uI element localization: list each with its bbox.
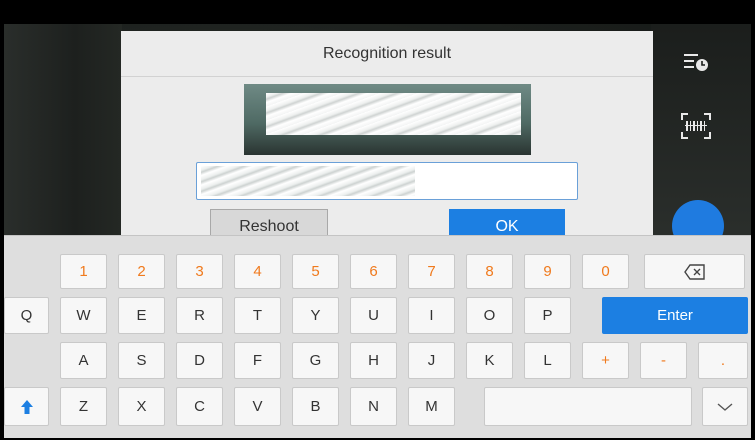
key-x[interactable]: X [118, 387, 165, 426]
key-q[interactable]: Q [4, 297, 49, 334]
key-d[interactable]: D [176, 342, 223, 379]
key-1[interactable]: 1 [60, 254, 107, 289]
key-8[interactable]: 8 [466, 254, 513, 289]
key-w[interactable]: W [60, 297, 107, 334]
key-r[interactable]: R [176, 297, 223, 334]
result-text-field[interactable] [197, 163, 581, 201]
key-u[interactable]: U [350, 297, 397, 334]
backspace-icon [683, 263, 705, 280]
key-6[interactable]: 6 [350, 254, 397, 289]
recognized-text-image [266, 93, 521, 135]
key-b[interactable]: B [292, 387, 339, 426]
key-n[interactable]: N [350, 387, 397, 426]
enter-key[interactable]: Enter [602, 297, 748, 334]
key-c[interactable]: C [176, 387, 223, 426]
key-m[interactable]: M [408, 387, 455, 426]
key-e[interactable]: E [118, 297, 165, 334]
hide-keyboard-key[interactable] [702, 387, 748, 426]
key-2[interactable]: 2 [118, 254, 165, 289]
recognition-result-input[interactable] [196, 162, 581, 201]
key-z[interactable]: Z [60, 387, 107, 426]
camera-background-left [4, 24, 122, 244]
key-h[interactable]: H [350, 342, 397, 379]
key-l[interactable]: L [524, 342, 571, 379]
key-4[interactable]: 4 [234, 254, 281, 289]
shift-arrow-icon [20, 399, 33, 414]
key-7[interactable]: 7 [408, 254, 455, 289]
key-k[interactable]: K [466, 342, 513, 379]
key-plus[interactable]: + [582, 342, 629, 379]
key-a[interactable]: A [60, 342, 107, 379]
history-clock-icon[interactable] [676, 42, 716, 82]
backspace-key[interactable] [644, 254, 745, 289]
on-screen-keyboard: 1 2 3 4 5 6 7 8 9 0 Q W E R T Y U I O P … [4, 235, 751, 438]
key-i[interactable]: I [408, 297, 455, 334]
key-f[interactable]: F [234, 342, 281, 379]
key-v[interactable]: V [234, 387, 281, 426]
captured-image-preview [244, 84, 531, 155]
key-0[interactable]: 0 [582, 254, 629, 289]
key-j[interactable]: J [408, 342, 455, 379]
key-t[interactable]: T [234, 297, 281, 334]
chevron-down-icon [717, 402, 733, 411]
screen: Recognition result Reshoot OK 1 2 3 4 5 … [4, 4, 751, 438]
key-minus[interactable]: - [640, 342, 687, 379]
recognition-dialog: Recognition result Reshoot OK [121, 31, 653, 244]
key-s[interactable]: S [118, 342, 165, 379]
key-3[interactable]: 3 [176, 254, 223, 289]
barcode-scan-icon[interactable] [676, 106, 716, 146]
key-5[interactable]: 5 [292, 254, 339, 289]
key-period[interactable]: . [698, 342, 748, 379]
dialog-title: Recognition result [121, 31, 653, 77]
key-y[interactable]: Y [292, 297, 339, 334]
key-o[interactable]: O [466, 297, 513, 334]
space-key[interactable] [484, 387, 692, 426]
key-9[interactable]: 9 [524, 254, 571, 289]
shift-key[interactable] [4, 387, 49, 426]
key-p[interactable]: P [524, 297, 571, 334]
key-g[interactable]: G [292, 342, 339, 379]
